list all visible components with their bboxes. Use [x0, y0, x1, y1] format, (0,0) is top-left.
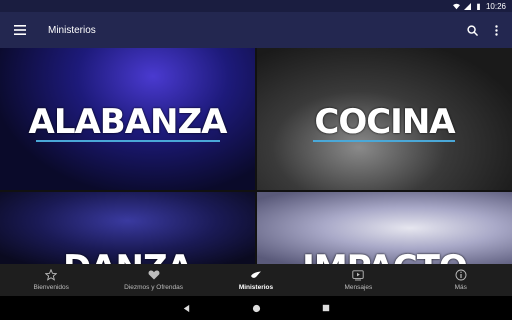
nav-diezmos[interactable]: Diezmos y Ofrendas: [104, 264, 204, 296]
more-vert-icon: [494, 24, 498, 36]
recents-button[interactable]: [319, 301, 333, 315]
nav-label: Mensajes: [344, 284, 373, 291]
wifi-icon: [452, 3, 460, 9]
status-time: 10:26: [485, 1, 506, 11]
nav-bienvenidos[interactable]: Bienvenidos: [1, 264, 101, 296]
back-triangle-icon: [183, 304, 189, 312]
signal-icon: [463, 2, 471, 10]
search-button[interactable]: [460, 12, 484, 48]
star-icon: [45, 269, 58, 281]
tile-impacto-kids[interactable]: IMPACTO KIDS: [257, 192, 512, 264]
tile-underline: [313, 140, 455, 142]
nav-label: Más: [454, 284, 467, 291]
play-icon: [352, 270, 365, 281]
nav-label: Diezmos y Ofrendas: [124, 284, 184, 291]
nav-label: Ministerios: [238, 284, 274, 291]
battery-icon: [477, 3, 480, 10]
home-circle-icon: [252, 304, 260, 312]
menu-button[interactable]: [2, 12, 38, 48]
tile-label: COCINA: [314, 102, 455, 142]
tile-underline: [36, 140, 220, 142]
nav-ministerios[interactable]: Ministerios: [206, 264, 306, 296]
tile-alabanza[interactable]: ALABANZA: [0, 48, 255, 190]
nav-label: Bienvenidos: [33, 284, 69, 291]
home-button[interactable]: [249, 301, 263, 315]
tile-label: DANZA KHOOL: [0, 248, 255, 264]
tile-label: ALABANZA: [28, 102, 228, 142]
menu-icon: [14, 25, 26, 35]
nav-mas[interactable]: Más: [411, 264, 511, 296]
dove-icon: [250, 271, 261, 278]
overflow-menu-button[interactable]: [484, 12, 508, 48]
bottom-nav: Bienvenidos Diezmos y Ofrendas Ministeri…: [0, 264, 512, 296]
page-title: Ministerios: [48, 24, 96, 36]
tile-label: IMPACTO KIDS: [257, 248, 512, 264]
system-nav-bar: [0, 296, 512, 320]
info-icon: [455, 269, 467, 281]
ministry-grid: ALABANZA COCINA DANZA KHOOL IMPACTO KIDS: [0, 48, 512, 264]
heart-icon: [148, 270, 160, 280]
tile-cocina[interactable]: COCINA: [257, 48, 512, 190]
tile-danza[interactable]: DANZA KHOOL: [0, 192, 255, 264]
search-icon: [466, 24, 478, 36]
back-button[interactable]: [179, 301, 193, 315]
nav-mensajes[interactable]: Mensajes: [308, 264, 408, 296]
status-bar: 10:26: [0, 0, 512, 12]
recents-square-icon: [322, 304, 330, 312]
app-bar: Ministerios: [0, 12, 512, 48]
